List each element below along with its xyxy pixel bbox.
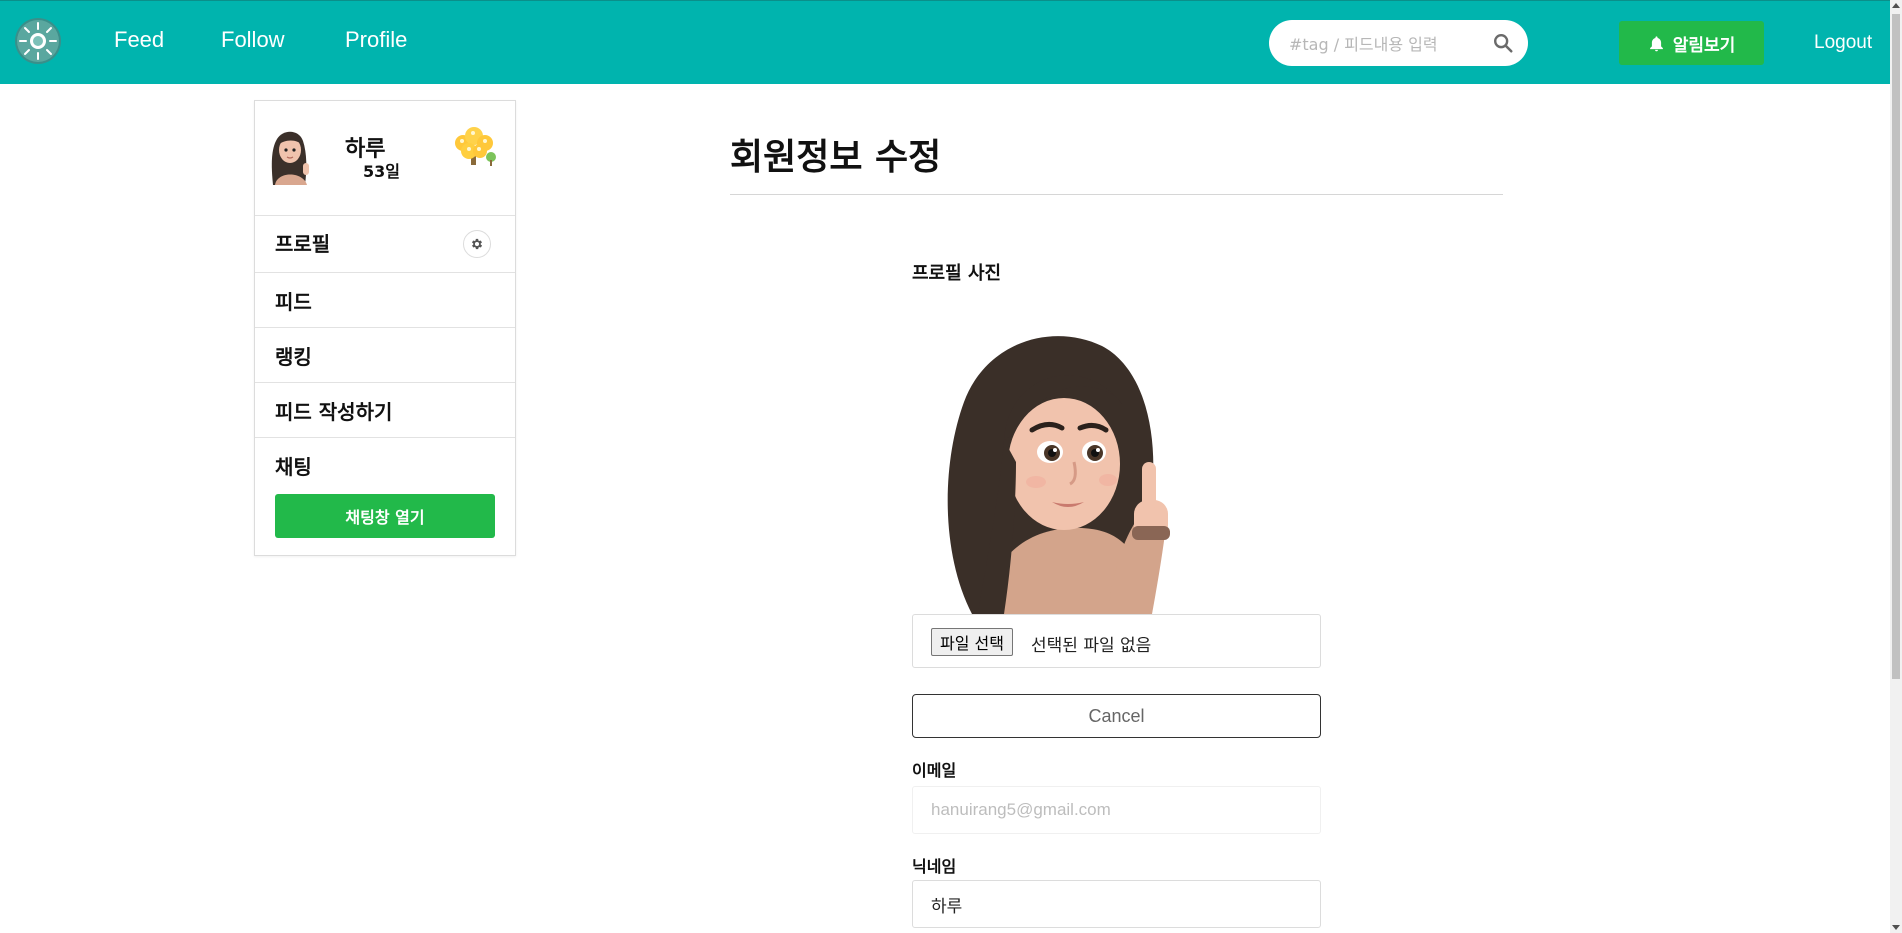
sidebar-item-label[interactable]: 채팅 — [275, 451, 312, 480]
nav-profile-link[interactable]: Profile — [345, 27, 407, 53]
sidebar-item-write-feed[interactable]: 피드 작성하기 — [255, 383, 515, 438]
nickname-label: 닉네임 — [912, 857, 957, 876]
user-days-count: 53일 — [363, 162, 400, 181]
title-divider — [730, 194, 1503, 195]
file-status-text: 선택된 파일 없음 — [1031, 636, 1152, 656]
profile-photo-label: 프로필 사진 — [912, 263, 1002, 284]
avatar[interactable] — [263, 125, 317, 185]
nickname-field[interactable] — [912, 880, 1321, 928]
sidebar-item-label: 피드 — [275, 290, 312, 314]
profile-photo — [947, 336, 1170, 614]
scroll-thumb[interactable] — [1892, 14, 1900, 679]
sidebar-item-chat: 채팅 채팅창 열기 — [255, 438, 515, 555]
alarm-button-label: 알림보기 — [1672, 35, 1736, 56]
bell-icon — [1649, 35, 1663, 51]
search-input[interactable] — [1287, 30, 1491, 58]
sidebar-item-profile[interactable]: 프로필 — [255, 215, 515, 273]
sidebar-profile-header: 하루 53일 — [255, 101, 515, 216]
logout-link[interactable]: Logout — [1814, 32, 1872, 54]
sidebar-item-ranking[interactable]: 랭킹 — [255, 328, 515, 383]
search-icon[interactable] — [1492, 32, 1514, 54]
email-label: 이메일 — [912, 761, 957, 780]
file-upload-box: 파일 선택 선택된 파일 없음 — [912, 614, 1321, 668]
open-chat-button[interactable]: 채팅창 열기 — [275, 494, 495, 538]
scrollbar[interactable] — [1890, 0, 1902, 933]
sidebar: 하루 53일 프로필 피드 랭킹 피드 작성하기 채팅 채팅창 열기 — [254, 100, 516, 556]
scroll-up-arrow-icon[interactable] — [1892, 3, 1900, 8]
cancel-button[interactable]: Cancel — [912, 694, 1321, 738]
sidebar-item-feed[interactable]: 피드 — [255, 273, 515, 328]
search-box — [1269, 20, 1528, 66]
gear-icon — [471, 238, 483, 250]
nav-feed-link[interactable]: Feed — [114, 27, 164, 53]
sidebar-item-label: 피드 작성하기 — [275, 400, 393, 424]
top-navbar: Feed Follow Profile 알림보기 Logout — [0, 0, 1890, 84]
profile-settings-button[interactable] — [463, 230, 491, 258]
tree-icon — [446, 120, 502, 176]
sidebar-item-label: 랭킹 — [275, 345, 312, 369]
scroll-down-arrow-icon[interactable] — [1892, 925, 1900, 930]
alarm-button[interactable]: 알림보기 — [1619, 21, 1764, 65]
email-field[interactable] — [912, 786, 1321, 834]
sidebar-item-label: 프로필 — [275, 232, 331, 256]
logo-icon[interactable] — [14, 17, 62, 65]
page-title: 회원정보 수정 — [730, 137, 942, 178]
nav-follow-link[interactable]: Follow — [221, 27, 285, 53]
choose-file-button[interactable]: 파일 선택 — [931, 628, 1013, 656]
